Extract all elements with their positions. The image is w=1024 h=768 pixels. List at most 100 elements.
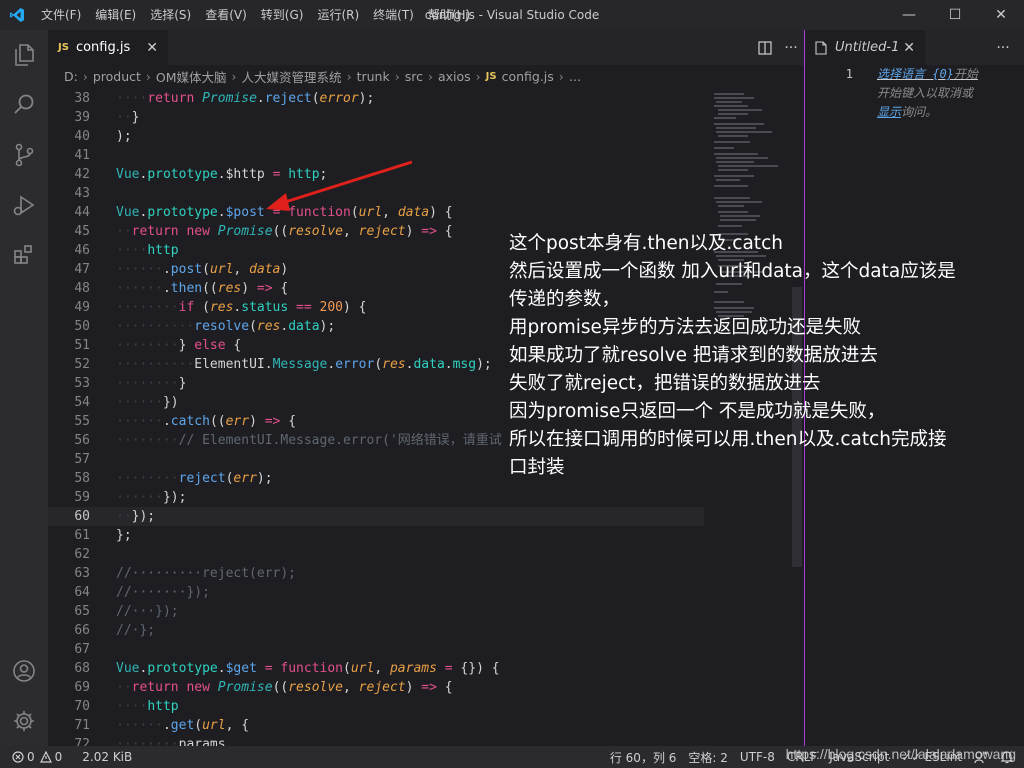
error-count: 0 — [27, 750, 35, 764]
cursor-position[interactable]: 行 60，列 6 — [604, 746, 683, 768]
line-number: 68 — [74, 661, 90, 676]
code-text: ······}); — [116, 490, 187, 505]
tab-label: Untitled-1 — [835, 40, 900, 55]
code-line[interactable]: 63 //·········reject(err); — [48, 564, 704, 583]
breadcrumb-file[interactable]: config.js — [502, 69, 554, 84]
annotation-line: 因为promise只返回一个 不是成功就是失败， — [509, 401, 886, 422]
code-line[interactable]: 71 ······.get(url, { — [48, 716, 704, 735]
code-line[interactable]: 42 Vue.prototype.$http = http; — [48, 165, 704, 184]
code-text: ····return Promise.reject(error); — [116, 91, 375, 106]
code-line[interactable]: 43 — [48, 184, 704, 203]
code-line[interactable]: 40); — [48, 127, 704, 146]
menu-edit[interactable]: 编辑(E) — [88, 0, 143, 30]
chevron-right-icon: › — [394, 68, 400, 84]
breadcrumb-axios[interactable]: axios — [438, 69, 471, 84]
chevron-right-icon: › — [475, 68, 481, 84]
code-line[interactable]: 69 ··return new Promise((resolve, reject)… — [48, 678, 704, 697]
notifications-bell-icon[interactable] — [994, 746, 1024, 768]
account-icon[interactable] — [0, 646, 48, 696]
code-text: ··········resolve(res.data); — [116, 319, 336, 334]
code-text: ····http — [116, 699, 179, 714]
minimize-button[interactable]: — — [886, 0, 932, 30]
hint-text: 开始键入以取消或 — [877, 86, 974, 100]
code-line[interactable]: 38 ····return Promise.reject(error); — [48, 89, 704, 108]
menu-view[interactable]: 查看(V) — [198, 0, 254, 30]
language-mode[interactable]: JavaScript — [823, 746, 895, 768]
chevron-right-icon: › — [558, 68, 564, 84]
annotation-line: 这个post本身有.then以及.catch — [509, 233, 783, 254]
breadcrumb-om[interactable]: OM媒体大脑 — [156, 67, 227, 86]
breadcrumb-system[interactable]: 人大媒资管理系统 — [242, 67, 342, 86]
end-of-line[interactable]: CRLF — [781, 746, 823, 768]
code-line[interactable]: 41 — [48, 146, 704, 165]
encoding[interactable]: UTF-8 — [734, 746, 781, 768]
breadcrumb-product[interactable]: product — [93, 69, 141, 84]
code-text: }; — [116, 528, 132, 543]
code-text: ··return new Promise((resolve, reject) =… — [116, 680, 453, 695]
tab-close-icon[interactable]: ✕ — [903, 40, 915, 56]
menu-selection[interactable]: 选择(S) — [143, 0, 198, 30]
menu-run[interactable]: 运行(R) — [310, 0, 366, 30]
editor-tabs-secondary: Untitled-1 ✕ ··· — [805, 30, 1024, 65]
more-actions-icon[interactable]: ··· — [990, 30, 1016, 65]
indentation[interactable]: 空格: 2 — [682, 746, 734, 768]
code-line[interactable]: 59 ······}); — [48, 488, 704, 507]
feedback-icon[interactable] — [968, 746, 994, 768]
hint-show-link[interactable]: 显示 — [877, 105, 901, 119]
breadcrumb-symbol[interactable]: … — [569, 69, 582, 84]
tab-close-icon[interactable]: ✕ — [146, 40, 158, 56]
code-line[interactable]: 70 ····http — [48, 697, 704, 716]
line-number: 54 — [74, 395, 90, 410]
menu-terminal[interactable]: 终端(T) — [366, 0, 421, 30]
code-line[interactable]: 65 //···}); — [48, 602, 704, 621]
line-number: 50 — [74, 319, 90, 334]
maximize-button[interactable]: ☐ — [932, 0, 978, 30]
code-text: Vue.prototype.$get = function(url, param… — [116, 661, 500, 676]
search-icon[interactable] — [0, 80, 48, 130]
split-editor-icon[interactable] — [752, 30, 778, 65]
menu-help[interactable]: 帮助(H) — [421, 0, 477, 30]
breadcrumb-trunk[interactable]: trunk — [357, 69, 390, 84]
line-number: 65 — [74, 604, 90, 619]
files-icon[interactable] — [0, 30, 48, 80]
line-number: 52 — [74, 357, 90, 372]
breadcrumb-drive[interactable]: D: — [64, 69, 78, 84]
line-number: 55 — [74, 414, 90, 429]
code-line[interactable]: 68 Vue.prototype.$get = function(url, par… — [48, 659, 704, 678]
problems-indicator[interactable]: 0 0 — [0, 746, 68, 768]
menu-go[interactable]: 转到(G) — [254, 0, 311, 30]
code-line[interactable]: 72 ········params, — [48, 735, 704, 746]
breadcrumb-src[interactable]: src — [405, 69, 423, 84]
code-line[interactable]: 67 — [48, 640, 704, 659]
settings-gear-icon[interactable] — [0, 696, 48, 746]
code-line[interactable]: 61}; — [48, 526, 704, 545]
code-text: //···}); — [116, 604, 179, 619]
line-number: 38 — [74, 91, 90, 106]
eslint-status[interactable]: ✓✓ ESLint — [895, 746, 968, 768]
hint-text: 开始 — [953, 67, 978, 81]
code-text: ······}) — [116, 395, 179, 410]
code-line[interactable]: 64 //·······}); — [48, 583, 704, 602]
hint-select-language[interactable]: 选择语言 {0} — [877, 67, 954, 81]
source-control-icon[interactable] — [0, 130, 48, 180]
code-line[interactable]: 66 //·}; — [48, 621, 704, 640]
code-line[interactable]: 60 ··}); — [48, 507, 704, 526]
hint-line-2: 开始键入以取消或 — [877, 84, 989, 103]
code-text: //·········reject(err); — [116, 566, 297, 581]
menu-file[interactable]: 文件(F) — [34, 0, 88, 30]
annotation-line: 如果成功了就resolve 把请求到的数据放进去 — [509, 345, 878, 366]
run-debug-icon[interactable] — [0, 180, 48, 230]
tab-untitled-1[interactable]: Untitled-1 ✕ — [805, 30, 925, 65]
line-number: 45 — [74, 224, 90, 239]
close-button[interactable]: ✕ — [978, 0, 1024, 30]
tab-config-js[interactable]: JS config.js ✕ — [48, 30, 168, 65]
code-line[interactable]: 39 ··} — [48, 108, 704, 127]
line-number: 53 — [74, 376, 90, 391]
window-controls: — ☐ ✕ — [886, 0, 1024, 30]
extensions-icon[interactable] — [0, 230, 48, 280]
code-line[interactable]: 44 Vue.prototype.$post = function(url, da… — [48, 203, 704, 222]
code-line[interactable]: 62 — [48, 545, 704, 564]
more-actions-icon[interactable]: ··· — [778, 30, 804, 65]
line-number: 49 — [74, 300, 90, 315]
annotation-line: 然后设置成一个函数 加入url和data，这个data应该是 — [509, 261, 956, 282]
